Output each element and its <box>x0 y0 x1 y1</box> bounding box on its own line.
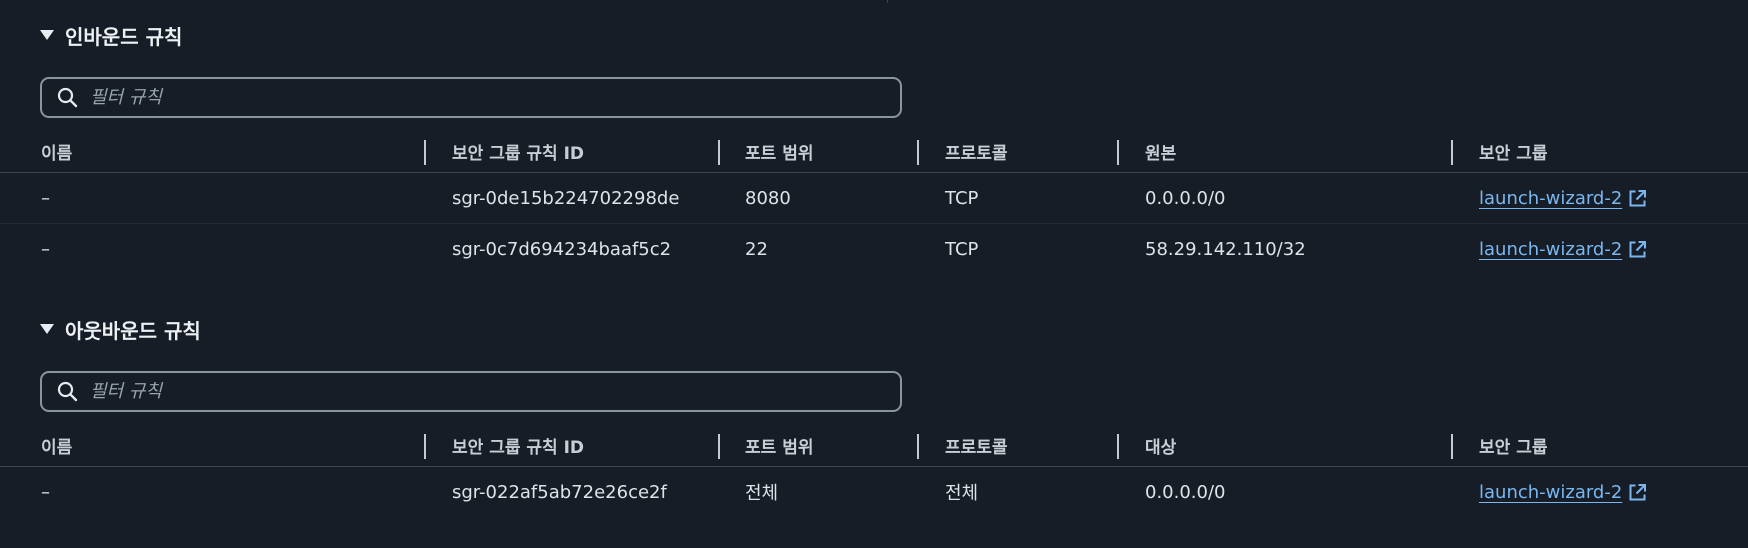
caret-down-icon <box>40 324 54 334</box>
cell-security-group: launch-wizard-2 <box>1479 224 1647 274</box>
column-header-name[interactable]: 이름 <box>41 131 72 172</box>
cell-security-group: launch-wizard-2 <box>1479 173 1647 223</box>
column-resizer[interactable] <box>718 140 720 165</box>
column-resizer[interactable] <box>424 140 426 165</box>
security-group-link[interactable]: launch-wizard-2 <box>1479 239 1622 260</box>
cell-rule-id: sgr-0c7d694234baaf5c2 <box>452 238 672 260</box>
cell-protocol: TCP <box>945 238 979 260</box>
inbound-rules-section: 인바운드 규칙 이름 보안 그룹 규칙 ID 포트 범위 프로토콜 원본 보안 … <box>0 18 1748 260</box>
table-row: – sgr-0de15b224702298de 8080 TCP 0.0.0.0… <box>0 173 1748 224</box>
cell-source: 58.29.142.110/32 <box>1145 238 1306 260</box>
inbound-rules-title: 인바운드 규칙 <box>65 24 183 49</box>
column-header-protocol[interactable]: 프로토콜 <box>945 131 1008 172</box>
outbound-rules-title: 아웃바운드 규칙 <box>65 318 201 343</box>
inbound-filter-input[interactable] <box>88 86 888 109</box>
cell-rule-id: sgr-0de15b224702298de <box>452 187 680 209</box>
column-resizer[interactable] <box>718 434 720 459</box>
table-row: – sgr-022af5ab72e26ce2f 전체 전체 0.0.0.0/0 … <box>0 467 1748 517</box>
external-link-icon[interactable] <box>1628 189 1647 208</box>
security-group-link[interactable]: launch-wizard-2 <box>1479 482 1622 503</box>
column-header-destination[interactable]: 대상 <box>1145 425 1176 466</box>
column-header-protocol[interactable]: 프로토콜 <box>945 425 1008 466</box>
column-resizer[interactable] <box>917 140 919 165</box>
search-icon <box>57 87 78 108</box>
external-link-icon[interactable] <box>1628 240 1647 259</box>
cell-protocol: TCP <box>945 187 979 209</box>
outbound-table-header: 이름 보안 그룹 규칙 ID 포트 범위 프로토콜 대상 보안 그룹 <box>0 425 1748 467</box>
column-header-security-group[interactable]: 보안 그룹 <box>1479 131 1547 172</box>
cell-security-group: launch-wizard-2 <box>1479 467 1647 517</box>
cell-port-range: 22 <box>745 238 768 260</box>
cell-destination: 0.0.0.0/0 <box>1145 481 1226 503</box>
cell-name: – <box>41 238 50 260</box>
column-header-security-group[interactable]: 보안 그룹 <box>1479 425 1547 466</box>
search-icon <box>57 381 78 402</box>
column-header-source[interactable]: 원본 <box>1145 131 1176 172</box>
table-row: – sgr-0c7d694234baaf5c2 22 TCP 58.29.142… <box>0 224 1748 274</box>
cell-source: 0.0.0.0/0 <box>1145 187 1226 209</box>
security-group-link[interactable]: launch-wizard-2 <box>1479 188 1622 209</box>
column-resizer[interactable] <box>1451 140 1453 165</box>
inbound-rules-toggle[interactable]: 인바운드 규칙 <box>0 18 1748 52</box>
column-resizer[interactable] <box>1117 434 1119 459</box>
column-header-port-range[interactable]: 포트 범위 <box>745 425 813 466</box>
cell-name: – <box>41 187 50 209</box>
outbound-rules-toggle[interactable]: 아웃바운드 규칙 <box>0 312 1748 346</box>
cell-rule-id: sgr-022af5ab72e26ce2f <box>452 481 667 503</box>
column-header-port-range[interactable]: 포트 범위 <box>745 131 813 172</box>
outbound-filter-box <box>40 371 902 412</box>
cell-port-range: 8080 <box>745 187 791 209</box>
column-header-rule-id[interactable]: 보안 그룹 규칙 ID <box>452 425 584 466</box>
column-resizer[interactable] <box>1117 140 1119 165</box>
column-resizer[interactable] <box>424 434 426 459</box>
outbound-rules-section: 아웃바운드 규칙 이름 보안 그룹 규칙 ID 포트 범위 프로토콜 대상 보안… <box>0 312 1748 504</box>
cell-port-range: 전체 <box>745 483 779 504</box>
external-link-icon[interactable] <box>1628 483 1647 502</box>
outbound-filter-input[interactable] <box>88 380 888 403</box>
inbound-table-header: 이름 보안 그룹 규칙 ID 포트 범위 프로토콜 원본 보안 그룹 <box>0 131 1748 173</box>
column-header-name[interactable]: 이름 <box>41 425 72 466</box>
column-resizer[interactable] <box>917 434 919 459</box>
column-header-rule-id[interactable]: 보안 그룹 규칙 ID <box>452 131 584 172</box>
inbound-filter-box <box>40 77 902 118</box>
cell-name: – <box>41 481 50 503</box>
top-divider-tick <box>887 0 888 3</box>
cell-protocol: 전체 <box>945 483 979 504</box>
caret-down-icon <box>40 30 54 40</box>
column-resizer[interactable] <box>1451 434 1453 459</box>
